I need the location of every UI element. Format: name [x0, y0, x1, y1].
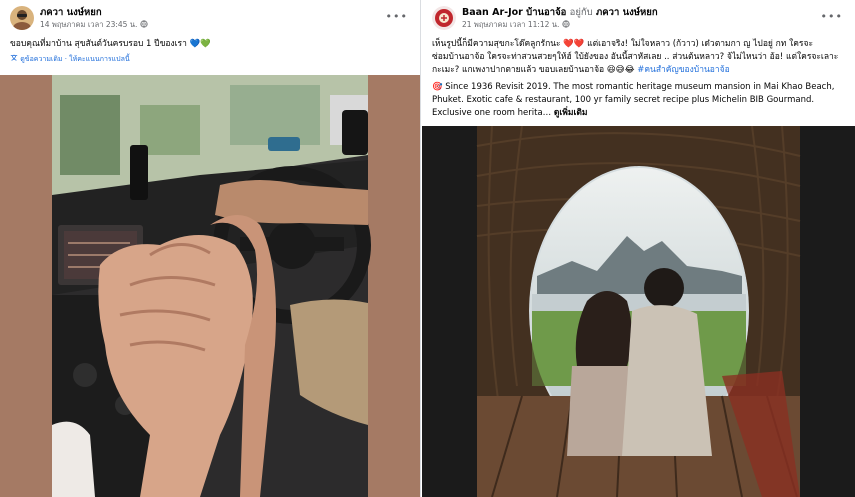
see-original-link[interactable]: ดูข้อความเดิม · ให้คะแนนการแปลนี้ — [10, 54, 130, 65]
holding-hands-photo — [0, 75, 420, 497]
tagged-person[interactable]: ภควา นงษ์หยก — [596, 7, 658, 18]
post-timestamp[interactable]: 14 พฤษภาคม เวลา 23:45 น. — [40, 20, 137, 29]
page-name[interactable]: Baan Ar-Jor บ้านอาจ้อ — [462, 7, 566, 18]
post-photo-area[interactable] — [0, 75, 420, 497]
globe-icon — [140, 20, 148, 29]
hashtag-link[interactable]: #คนสำคัญของบ้านอาจ้อ — [637, 65, 730, 75]
post-text: ขอบคุณที่มาบ้าน สุขสันต์วันครบรอบ 1 ปีขอ… — [10, 38, 410, 51]
post-text-line2: ซ่อมบ้านอาจ้อ ใครจะท่าสวนสวยๆให้ฮ์ ใบ้ยั… — [432, 52, 839, 75]
right-post: Baan Ar-Jor บ้านอาจ้อ อยู่กับ ภควา นงษ์ห… — [422, 0, 855, 497]
translate-icon — [10, 54, 18, 61]
page-avatar[interactable] — [432, 6, 456, 30]
post-text-english: 🎯 Since 1936 Revisit 2019. The most roma… — [432, 82, 835, 118]
heart-emojis: 💙💚 — [189, 39, 211, 49]
post-text-body: ขอบคุณที่มาบ้าน สุขสันต์วันครบรอบ 1 ปีขอ… — [10, 39, 187, 49]
left-post: ภควา นงษ์หยก 14 พฤษภาคม เวลา 23:45 น. ••… — [0, 0, 421, 497]
globe-icon — [562, 20, 570, 29]
see-more-link[interactable]: ดูเพิ่มเติม — [554, 108, 588, 118]
couple-in-nest-photo — [422, 126, 855, 497]
post-header: ภควา นงษ์หยก 14 พฤษภาคม เวลา 23:45 น. ••… — [10, 6, 410, 34]
post-text: เห็นรูปนี้ก็มีความสุขกะโด๊คลูกรักนะ ❤️❤️… — [432, 38, 845, 120]
post-header: Baan Ar-Jor บ้านอาจ้อ อยู่กับ ภควา นงษ์ห… — [432, 6, 845, 34]
more-options-icon[interactable]: ••• — [386, 10, 408, 23]
post-timestamp[interactable]: 21 พฤษภาคม เวลา 11:12 น. — [462, 20, 559, 29]
with-label: อยู่กับ — [569, 7, 593, 18]
author-name[interactable]: ภควา นงษ์หยก — [40, 6, 148, 19]
avatar-image — [10, 6, 34, 30]
post-text-line1: เห็นรูปนี้ก็มีความสุขกะโด๊คลูกรักนะ ❤️❤️… — [432, 39, 814, 49]
author-avatar[interactable] — [10, 6, 34, 30]
avatar-image — [432, 6, 456, 30]
post-photo-area[interactable] — [422, 126, 855, 497]
more-options-icon[interactable]: ••• — [821, 10, 843, 23]
